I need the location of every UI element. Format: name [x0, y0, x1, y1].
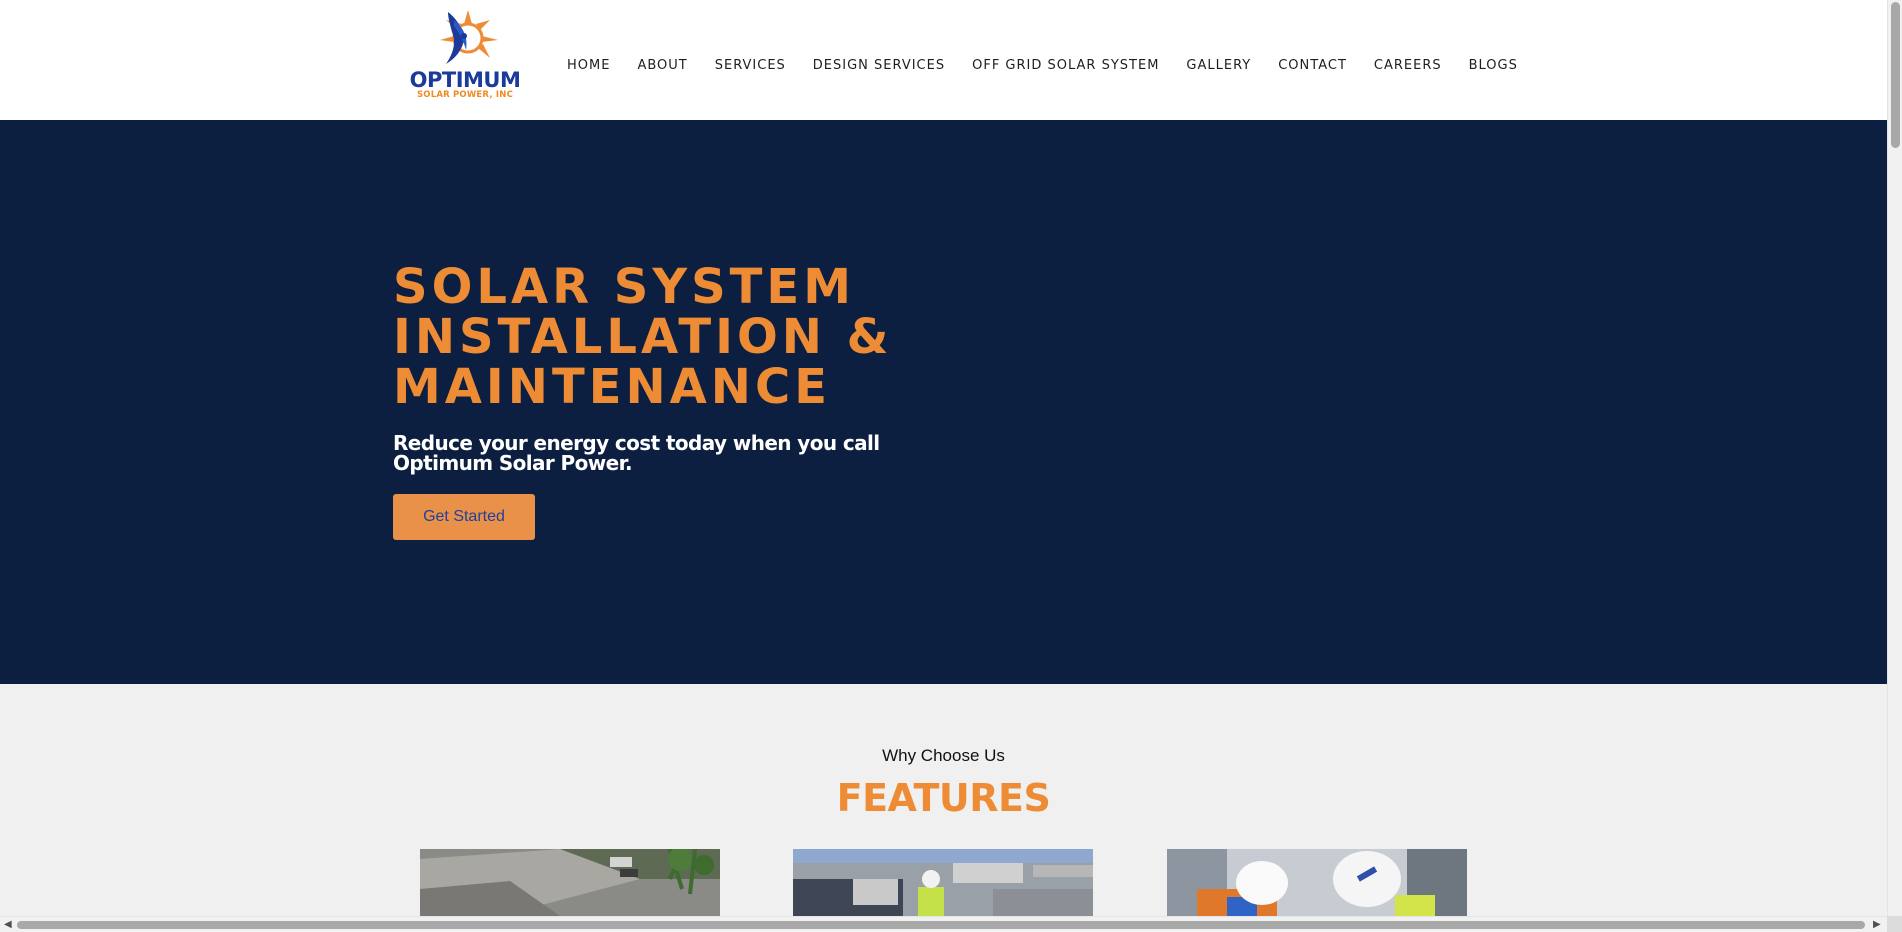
nav-off-grid-solar-system[interactable]: OFF GRID SOLAR SYSTEM	[972, 57, 1159, 75]
site-logo[interactable]: OPTIMUM SOLAR POWER, INC	[406, 6, 524, 104]
rooftop-solar-house-photo	[420, 849, 720, 916]
nav-contact[interactable]: CONTACT	[1278, 57, 1347, 75]
site-header: OPTIMUM SOLAR POWER, INC HOME ABOUT SERV…	[0, 0, 1887, 120]
features-title: FEATURES	[836, 776, 1051, 820]
nav-about[interactable]: ABOUT	[637, 57, 687, 75]
vertical-scrollbar-thumb[interactable]	[1891, 2, 1900, 148]
nav-design-services[interactable]: DESIGN SERVICES	[813, 57, 945, 75]
hero-title: SOLAR SYSTEM INSTALLATION & MAINTENANCE	[393, 262, 913, 412]
hero-subtitle: Reduce your energy cost today when you c…	[393, 433, 893, 473]
horizontal-scrollbar[interactable]: ◀ ▶	[0, 916, 1887, 932]
nav-home[interactable]: HOME	[567, 57, 610, 75]
horizontal-scrollbar-thumb[interactable]	[17, 921, 1865, 929]
hero-section: SOLAR SYSTEM INSTALLATION & MAINTENANCE …	[0, 120, 1887, 684]
get-started-button[interactable]: Get Started	[393, 494, 535, 540]
hero-subtitle-line: Reduce your energy cost today when you c…	[393, 431, 880, 455]
nav-careers[interactable]: CAREERS	[1374, 57, 1442, 75]
hero-title-line: SOLAR SYSTEM	[393, 259, 855, 315]
feature-card-image	[420, 849, 720, 916]
logo-tagline: SOLAR POWER, INC	[416, 90, 514, 100]
chevron-right-icon[interactable]: ▶	[1873, 919, 1881, 930]
features-section: Why Choose Us FEATURES	[0, 684, 1887, 916]
scrollbar-corner	[1887, 916, 1902, 932]
main-nav: HOME ABOUT SERVICES DESIGN SERVICES OFF …	[567, 57, 1518, 75]
hero-title-line: MAINTENANCE	[393, 359, 831, 415]
hero-title-line: INSTALLATION &	[393, 309, 893, 365]
nav-gallery[interactable]: GALLERY	[1186, 57, 1251, 75]
nav-services[interactable]: SERVICES	[715, 57, 786, 75]
nav-blogs[interactable]: BLOGS	[1469, 57, 1518, 75]
hero-subtitle-line: Optimum Solar Power.	[393, 451, 633, 475]
technician-on-commercial-roof-photo	[793, 849, 1093, 916]
feature-card-image	[1167, 849, 1467, 916]
page: OPTIMUM SOLAR POWER, INC HOME ABOUT SERV…	[0, 0, 1902, 932]
workers-in-hard-hats-photo	[1167, 849, 1467, 916]
eagle-sun-icon	[440, 10, 498, 64]
feature-card-image	[793, 849, 1093, 916]
vertical-scrollbar[interactable]	[1887, 0, 1902, 916]
chevron-left-icon[interactable]: ◀	[4, 919, 12, 930]
logo-wordmark: OPTIMUM	[409, 68, 521, 92]
features-eyebrow: Why Choose Us	[882, 746, 1005, 765]
